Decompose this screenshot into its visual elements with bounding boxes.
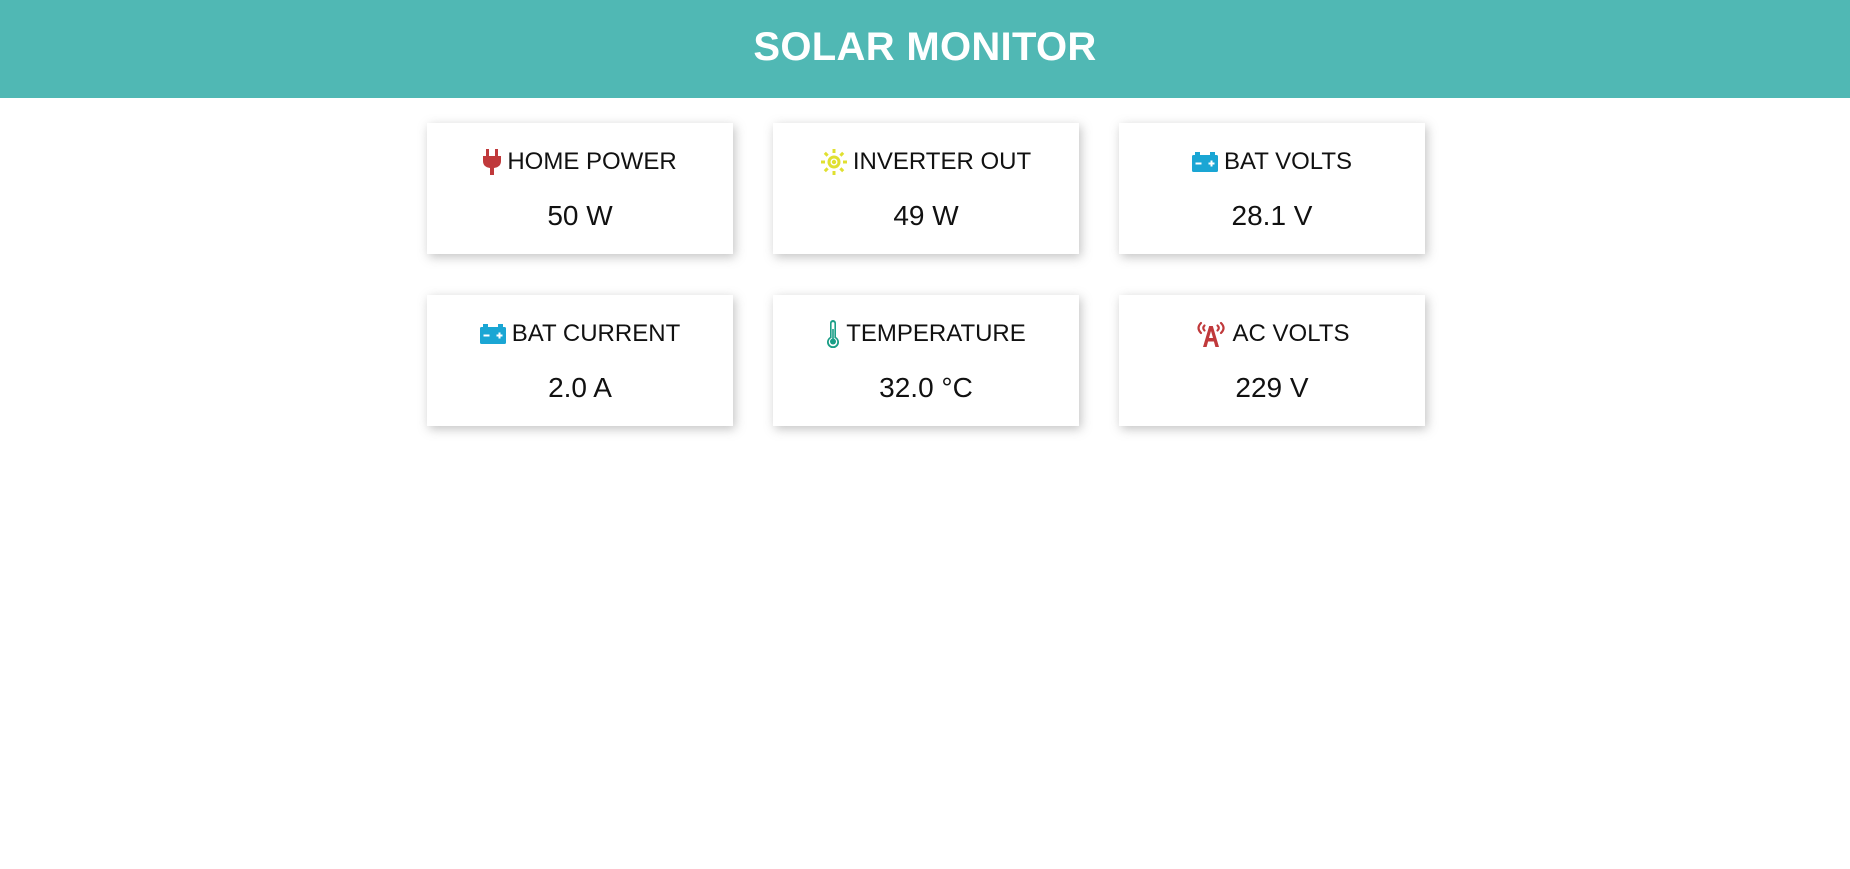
card-header: BAT CURRENT bbox=[479, 319, 681, 349]
header-bar: SOLAR MONITOR bbox=[0, 0, 1850, 98]
card-home-power: HOME POWER 50 W bbox=[427, 123, 733, 254]
card-header: AC VOLTS bbox=[1195, 319, 1350, 349]
card-inverter-out: INVERTER OUT 49 W bbox=[773, 123, 1079, 254]
card-bat-current: BAT CURRENT 2.0 A bbox=[427, 295, 733, 426]
sun-icon bbox=[820, 147, 847, 177]
page-title: SOLAR MONITOR bbox=[753, 24, 1097, 69]
battery-icon bbox=[479, 319, 506, 349]
battery-icon bbox=[1191, 147, 1218, 177]
card-value: 2.0 A bbox=[548, 372, 612, 403]
card-label: AC VOLTS bbox=[1232, 320, 1350, 347]
card-label: TEMPERATURE bbox=[846, 320, 1026, 347]
card-header: TEMPERATURE bbox=[826, 319, 1026, 349]
card-bat-volts: BAT VOLTS 28.1 V bbox=[1119, 123, 1425, 254]
card-label: BAT CURRENT bbox=[511, 320, 681, 347]
card-header: BAT VOLTS bbox=[1191, 147, 1353, 177]
thermometer-icon bbox=[826, 319, 840, 349]
card-header: HOME POWER bbox=[483, 147, 677, 177]
card-label: HOME POWER bbox=[507, 148, 677, 175]
card-ac-volts: AC VOLTS 229 V bbox=[1119, 295, 1425, 426]
card-label: BAT VOLTS bbox=[1223, 148, 1353, 175]
card-label: INVERTER OUT bbox=[852, 148, 1032, 175]
card-temperature: TEMPERATURE 32.0 °C bbox=[773, 295, 1079, 426]
card-header: INVERTER OUT bbox=[820, 147, 1032, 177]
card-value: 50 W bbox=[547, 200, 613, 231]
readings-grid: HOME POWER 50 W INVERTER OUT 49 W BAT VO… bbox=[427, 123, 1425, 426]
card-value: 32.0 °C bbox=[879, 372, 973, 403]
card-value: 49 W bbox=[893, 200, 959, 231]
plug-icon bbox=[483, 147, 502, 177]
card-value: 229 V bbox=[1235, 372, 1309, 403]
card-value: 28.1 V bbox=[1231, 200, 1313, 231]
broadcast-tower-icon bbox=[1195, 319, 1227, 349]
